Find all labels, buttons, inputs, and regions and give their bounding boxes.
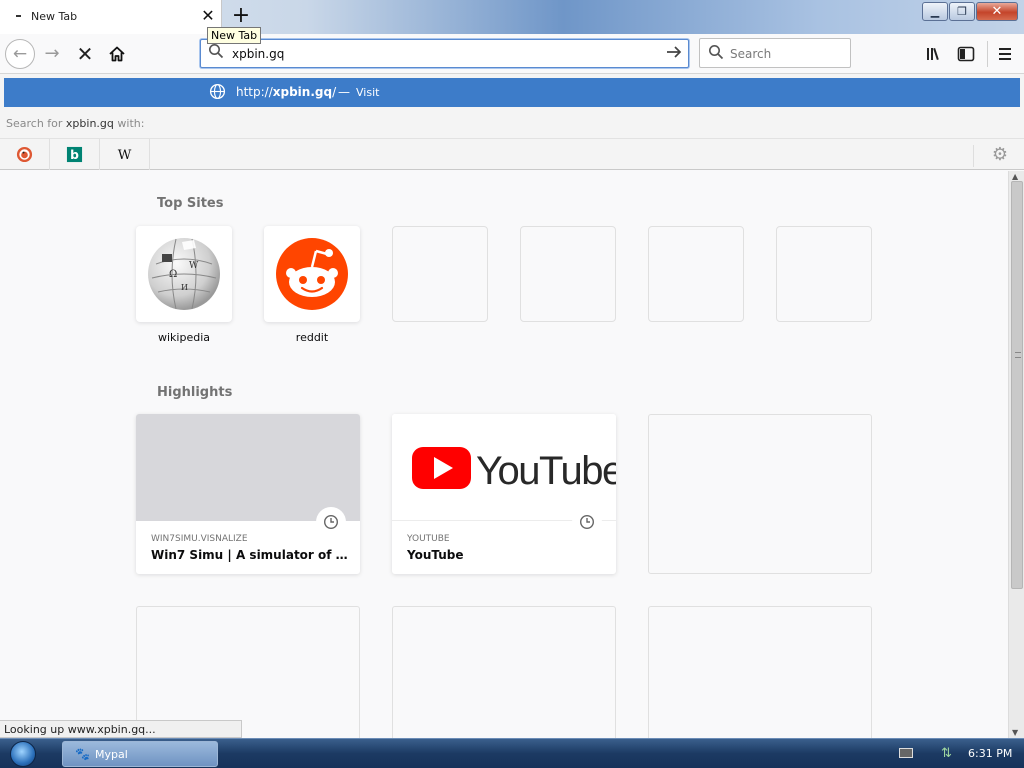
search-settings-gear-icon[interactable]: ⚙ <box>992 144 1008 165</box>
mypal-app-icon: 🐾 <box>75 747 90 761</box>
minimize-button[interactable]: ▁ <box>922 2 948 21</box>
highlight-card[interactable]: WIN7SIMU.VISNALIZE Win7 Simu | A simulat… <box>136 414 360 574</box>
one-off-search-engines: b W ⚙ <box>0 138 1024 170</box>
search-bar[interactable] <box>699 38 851 68</box>
urlbar-dropdown: http://xpbin.gq/ — Visit Search for xpbi… <box>0 74 1024 170</box>
search-icon <box>208 43 224 63</box>
clock-icon <box>316 507 346 537</box>
highlight-thumbnail <box>136 414 360 521</box>
tab-favicon-icon <box>16 15 21 17</box>
highlight-source: YOUTUBE <box>407 534 450 544</box>
page-scrollbar[interactable]: ▲ ▼ <box>1008 171 1024 738</box>
navigation-toolbar: ← → ✕ <box>0 34 1024 74</box>
scroll-down-arrow-icon[interactable]: ▼ <box>1012 728 1018 737</box>
taskbar-app-mypal[interactable]: 🐾 Mypal <box>62 741 218 767</box>
highlights-title: Highlights <box>157 385 233 400</box>
toolbar-separator <box>987 41 988 67</box>
home-icon <box>109 46 125 62</box>
top-site-empty <box>520 226 616 322</box>
globe-icon <box>209 83 226 100</box>
scroll-up-arrow-icon[interactable]: ▲ <box>1012 172 1018 181</box>
svg-text:b: b <box>70 148 79 162</box>
engine-bing[interactable]: b <box>50 139 100 170</box>
highlight-source: WIN7SIMU.VISNALIZE <box>151 534 248 544</box>
new-tab-button[interactable]: + <box>230 4 252 28</box>
youtube-logo-icon: YouTube <box>412 447 616 493</box>
wikipedia-globe-icon: Ω W И <box>148 238 220 310</box>
scrollbar-thumb[interactable] <box>1011 181 1023 589</box>
new-tab-page: Top Sites Ω W И wikipedia reddit Highlig… <box>0 171 1008 738</box>
visit-suggestion-row[interactable]: http://xpbin.gq/ — Visit <box>4 78 1020 107</box>
svg-text:Ω: Ω <box>169 269 177 280</box>
stop-button[interactable]: ✕ <box>71 40 99 68</box>
tab-title: New Tab <box>31 10 78 23</box>
highlight-empty <box>136 606 360 738</box>
status-panel: Looking up www.xpbin.gq... <box>0 720 242 738</box>
top-sites-title: Top Sites <box>157 196 224 211</box>
back-button[interactable]: ← <box>5 39 35 69</box>
search-input[interactable] <box>730 45 845 63</box>
close-window-button[interactable]: ✕ <box>976 2 1018 21</box>
highlight-card[interactable]: YouTube YOUTUBE YouTube <box>392 414 616 574</box>
top-site-reddit[interactable] <box>264 226 360 322</box>
svg-text:YouTube: YouTube <box>476 449 616 493</box>
search-icon <box>708 44 724 64</box>
sidebar-icon <box>957 46 975 62</box>
network-icon[interactable]: ⇅ <box>941 746 952 761</box>
start-button[interactable] <box>4 739 44 768</box>
window-controls: ▁ ❐ ✕ <box>921 2 1018 22</box>
tab-close-icon[interactable]: ✕ <box>200 7 216 25</box>
highlight-empty <box>648 414 872 574</box>
library-icon <box>927 47 939 61</box>
go-arrow-icon[interactable] <box>664 42 684 66</box>
menu-button[interactable] <box>993 42 1017 66</box>
reddit-icon <box>276 238 348 310</box>
bing-icon: b <box>66 146 83 162</box>
engine-wikipedia[interactable]: W <box>100 139 150 170</box>
top-site-wikipedia[interactable]: Ω W И <box>136 226 232 322</box>
svg-text:И: И <box>181 283 188 292</box>
taskbar-clock[interactable]: 6:31 PM <box>968 747 1012 760</box>
top-site-empty <box>648 226 744 322</box>
url-input[interactable] <box>232 44 652 64</box>
engine-duckduckgo[interactable] <box>0 139 50 170</box>
svg-text:W: W <box>189 261 199 271</box>
highlight-title: YouTube <box>407 548 464 562</box>
taskbar-app-label: Mypal <box>95 748 128 761</box>
sidebar-button[interactable] <box>954 42 978 66</box>
hamburger-menu-icon <box>999 48 1011 60</box>
keyboard-icon[interactable] <box>899 748 913 758</box>
engines-separator <box>973 145 974 167</box>
search-for-label: Search for xpbin.gq with: <box>6 117 145 130</box>
suggestion-url: http://xpbin.gq/ <box>236 85 337 99</box>
forward-button[interactable]: → <box>38 40 66 68</box>
tab-strip: New Tab ✕ + ▁ ❐ ✕ <box>0 0 1024 34</box>
wikipedia-icon: W <box>118 148 132 163</box>
library-button[interactable] <box>922 42 946 66</box>
maximize-button[interactable]: ❐ <box>949 2 975 21</box>
taskbar: 🐾 Mypal ⇅ 6:31 PM <box>0 738 1024 768</box>
windows-orb-icon <box>10 741 36 767</box>
scrollbar-grip <box>1015 352 1021 358</box>
highlight-title: Win7 Simu | A simulator of Windows 7 <box>151 548 351 562</box>
suggestion-action: Visit <box>356 86 380 99</box>
new-tab-tooltip: New Tab <box>207 27 262 44</box>
highlight-empty <box>392 606 616 738</box>
home-button[interactable] <box>103 40 131 68</box>
clock-icon <box>572 507 602 537</box>
top-site-empty <box>776 226 872 322</box>
top-site-label: reddit <box>295 331 329 344</box>
suggestion-separator: — <box>338 85 350 99</box>
highlight-empty <box>648 606 872 738</box>
top-site-label: wikipedia <box>157 331 210 344</box>
tab-new-tab[interactable]: New Tab ✕ <box>0 0 222 34</box>
duckduckgo-icon <box>16 146 33 163</box>
url-bar[interactable] <box>200 39 689 68</box>
highlight-thumbnail: YouTube <box>392 414 616 521</box>
top-site-empty <box>392 226 488 322</box>
svg-text:W: W <box>118 148 132 163</box>
